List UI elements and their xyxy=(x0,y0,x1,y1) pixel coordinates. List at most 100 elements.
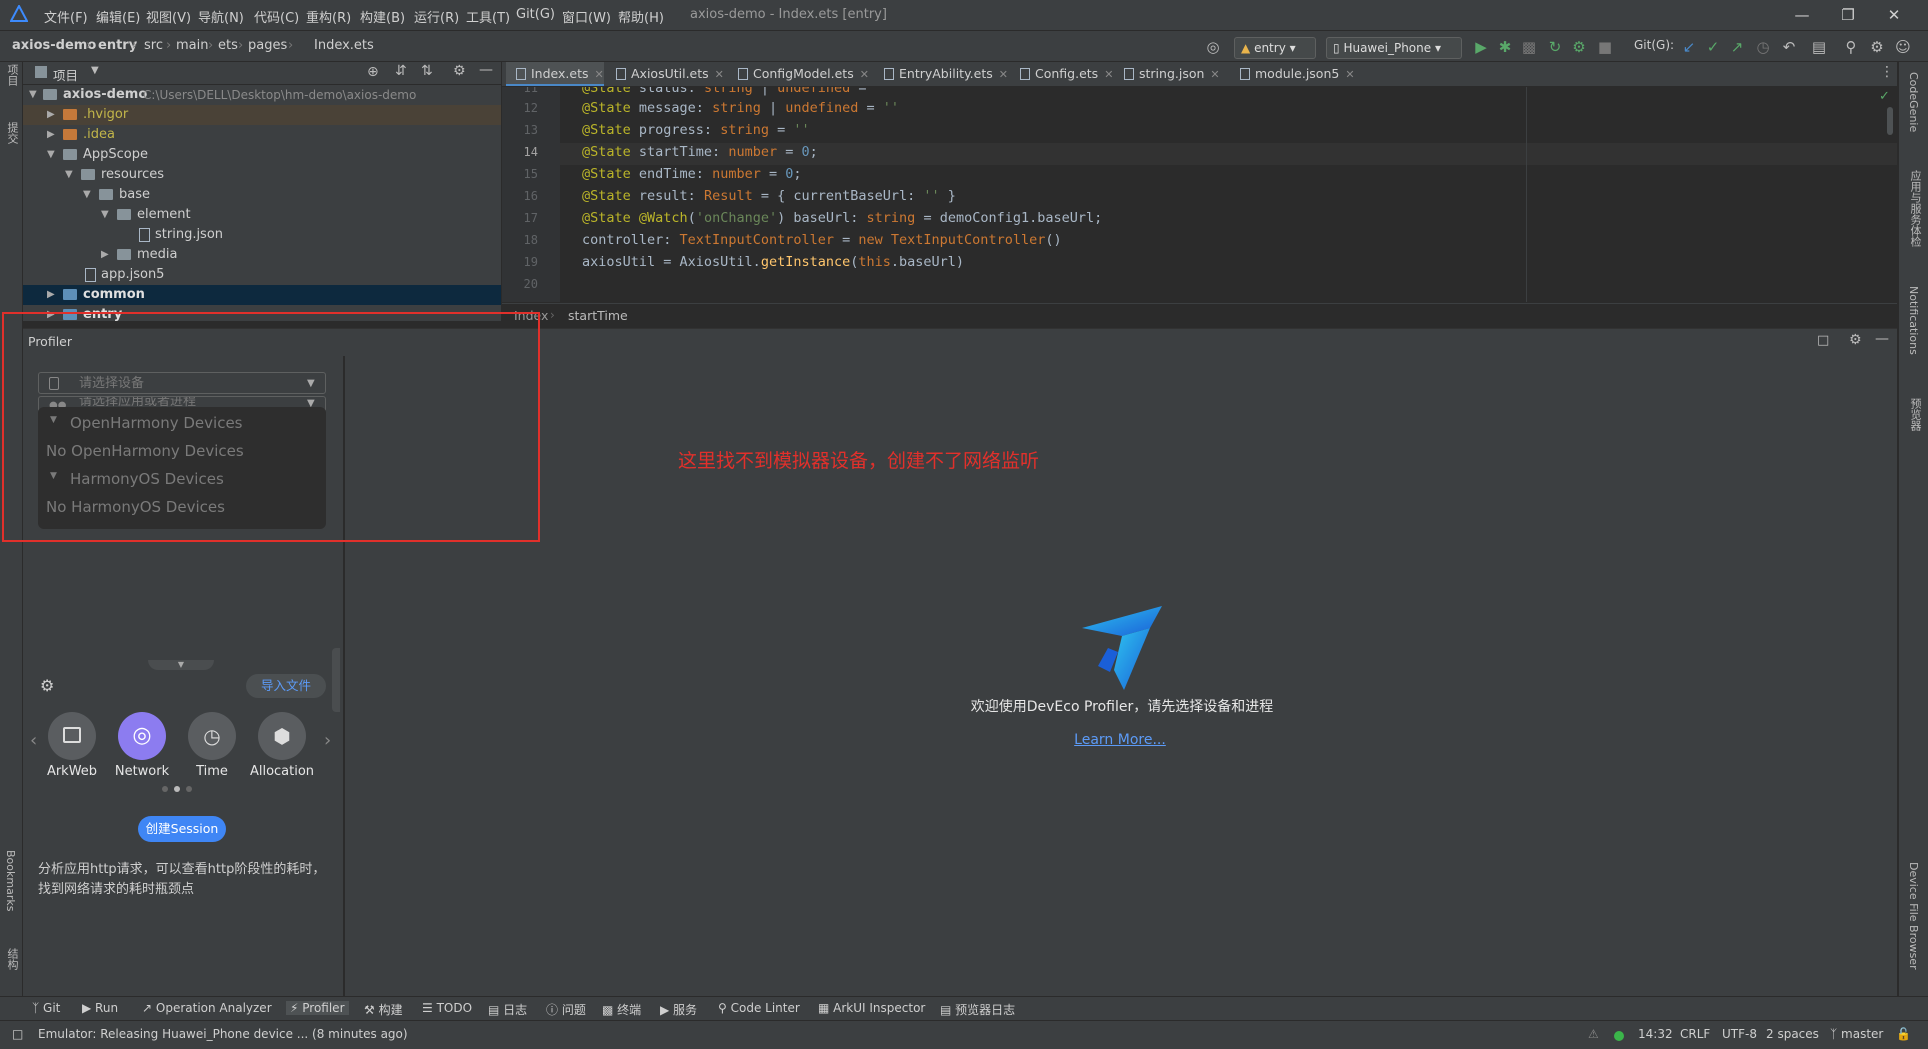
page-dot[interactable] xyxy=(186,786,192,792)
menu-code[interactable]: 代码(C) xyxy=(254,7,299,26)
attach-icon[interactable]: ▩ xyxy=(1520,38,1538,56)
chevron-down-icon[interactable]: ▼ xyxy=(91,65,99,76)
chevron-right-icon[interactable]: ▶ xyxy=(47,125,55,145)
close-tab-icon[interactable]: ✕ xyxy=(595,68,604,81)
tool-window-bookmarks[interactable]: Bookmarks xyxy=(4,850,17,911)
bottom-tool-previewer-log[interactable]: ▤ 预览器日志 xyxy=(940,1001,1015,1018)
bottom-tool-git[interactable]: ᛉ Git xyxy=(32,1001,60,1015)
allocation-tool-button[interactable]: ⬢ xyxy=(258,712,306,760)
close-icon[interactable]: ✕ xyxy=(1874,3,1914,27)
tool-window-commit[interactable]: 提交 xyxy=(4,122,20,144)
breadcrumb-member[interactable]: startTime xyxy=(568,308,628,323)
close-tab-icon[interactable]: ✕ xyxy=(999,68,1008,81)
line-separator[interactable]: CRLF xyxy=(1680,1027,1710,1041)
hide-icon[interactable]: — xyxy=(479,62,493,78)
breadcrumb-main[interactable]: main xyxy=(176,38,208,53)
menu-build[interactable]: 构建(B) xyxy=(360,7,405,26)
chevron-right-icon[interactable]: ▶ xyxy=(101,245,109,265)
chevron-down-icon[interactable]: ▼ xyxy=(83,185,91,205)
menu-window[interactable]: 窗口(W) xyxy=(562,7,611,26)
tree-item-string-json[interactable]: string.json xyxy=(23,225,501,245)
page-dot-active[interactable] xyxy=(174,786,180,792)
structure-icon[interactable]: ▤ xyxy=(1810,38,1828,56)
tab-axiosutil-ets[interactable]: AxiosUtil.ets ✕ xyxy=(612,62,724,86)
search-icon[interactable]: ⚲ xyxy=(1842,38,1860,56)
import-file-button[interactable]: 导入文件 xyxy=(246,674,326,698)
menu-help[interactable]: 帮助(H) xyxy=(618,7,664,26)
tool-window-codegenie[interactable]: CodeGenie xyxy=(1907,72,1920,132)
debug-icon[interactable]: ✱ xyxy=(1496,38,1514,56)
project-panel-title[interactable]: 项目 xyxy=(53,65,78,84)
breadcrumb-src[interactable]: src xyxy=(144,38,163,53)
network-tool-button[interactable]: ◎ xyxy=(118,712,166,760)
tree-item-common[interactable]: ▶ common xyxy=(23,285,501,305)
rerun-icon[interactable]: ↻ xyxy=(1546,38,1564,56)
bottom-tool-build[interactable]: ⚒ 构建 xyxy=(364,1001,403,1018)
profile-icon[interactable]: ⚙ xyxy=(1570,38,1588,56)
collapse-all-icon[interactable]: ⇅ xyxy=(421,63,433,79)
carousel-next-icon[interactable]: › xyxy=(324,730,331,751)
bottom-tool-operation-analyzer[interactable]: ↗ Operation Analyzer xyxy=(142,1001,272,1015)
stop-icon[interactable]: ■ xyxy=(1596,38,1614,56)
git-commit-icon[interactable]: ✓ xyxy=(1704,38,1722,56)
chevron-down-icon[interactable]: ▼ xyxy=(101,205,109,225)
tab-entryability-ets[interactable]: EntryAbility.ets ✕ xyxy=(880,62,1008,86)
bottom-tool-arkui-inspector[interactable]: ▦ ArkUI Inspector xyxy=(818,1001,925,1015)
bottom-tool-problems[interactable]: ⓘ 问题 xyxy=(546,1001,586,1018)
bottom-tool-code-linter[interactable]: ⚲ Code Linter xyxy=(718,1001,800,1015)
target-icon[interactable]: ◎ xyxy=(1204,38,1222,56)
tool-window-previewer[interactable]: 预览器 xyxy=(1907,398,1923,431)
lock-icon[interactable]: 🔓 xyxy=(1896,1027,1911,1041)
bottom-tool-run[interactable]: ▶ Run xyxy=(82,1001,118,1015)
close-tab-icon[interactable]: ✕ xyxy=(1345,68,1354,81)
tree-item-root[interactable]: ▼ axios-demo C:\Users\DELL\Desktop\hm-de… xyxy=(23,85,501,105)
menu-navigate[interactable]: 导航(N) xyxy=(198,7,244,26)
hide-panel-icon[interactable]: — xyxy=(1875,331,1889,347)
close-tab-icon[interactable]: ✕ xyxy=(1210,68,1219,81)
menu-view[interactable]: 视图(V) xyxy=(146,7,191,26)
tree-item-app-json5[interactable]: app.json5 xyxy=(23,265,501,285)
tab-config-ets[interactable]: Config.ets ✕ xyxy=(1016,62,1113,86)
chevron-right-icon[interactable]: ▶ xyxy=(47,285,55,305)
menu-file[interactable]: 文件(F) xyxy=(44,7,88,26)
gear-icon[interactable]: ⚙ xyxy=(453,63,466,79)
offline-icon[interactable]: ⚠ xyxy=(1588,1027,1599,1041)
chevron-down-icon[interactable]: ▼ xyxy=(47,145,55,165)
menu-git[interactable]: Git(G) xyxy=(516,7,555,22)
status-indicator-icon[interactable] xyxy=(1614,1031,1624,1041)
expand-all-icon[interactable]: ⇵ xyxy=(395,63,407,79)
tree-item-hvigor[interactable]: ▶ .hvigor xyxy=(23,105,501,125)
bottom-tool-todo[interactable]: ☰ TODO xyxy=(422,1001,472,1015)
menu-refactor[interactable]: 重构(R) xyxy=(306,7,351,26)
git-history-icon[interactable]: ◷ xyxy=(1754,38,1772,56)
file-encoding[interactable]: UTF-8 xyxy=(1722,1027,1757,1041)
tree-item-appscope[interactable]: ▼ AppScope xyxy=(23,145,501,165)
restore-icon[interactable]: ❐ xyxy=(1828,3,1868,27)
tool-window-notifications[interactable]: Notifications xyxy=(1907,286,1920,355)
locate-icon[interactable]: ⊕ xyxy=(367,64,379,80)
breadcrumb-project[interactable]: axios-demo xyxy=(12,38,96,53)
chevron-down-icon[interactable]: ▼ xyxy=(29,85,37,105)
tab-module-json5[interactable]: module.json5 ✕ xyxy=(1236,62,1355,86)
more-tabs-icon[interactable]: ⋮ xyxy=(1880,64,1894,80)
tab-configmodel-ets[interactable]: ConfigModel.ets ✕ xyxy=(734,62,869,86)
bottom-tool-services[interactable]: ▶ 服务 xyxy=(660,1001,697,1018)
menu-edit[interactable]: 编辑(E) xyxy=(96,7,140,26)
module-selector[interactable]: ▲ entry ▾ xyxy=(1234,37,1316,59)
bottom-tool-log[interactable]: ▤ 日志 xyxy=(488,1001,527,1018)
time-tool-button[interactable]: ◷ xyxy=(188,712,236,760)
tab-string-json[interactable]: string.json ✕ xyxy=(1120,62,1220,86)
inspection-ok-icon[interactable]: ✓ xyxy=(1879,89,1890,104)
page-dot[interactable] xyxy=(162,786,168,792)
gear-icon[interactable]: ⚙ xyxy=(1849,332,1862,348)
git-branch[interactable]: ᛉ master xyxy=(1830,1027,1883,1041)
tab-index-ets[interactable]: Index.ets ✕ xyxy=(506,62,604,86)
maximize-icon[interactable]: □ xyxy=(1817,333,1829,348)
tree-item-resources[interactable]: ▼ resources xyxy=(23,165,501,185)
caret-position[interactable]: 14:32 xyxy=(1638,1027,1673,1041)
minimize-icon[interactable]: — xyxy=(1782,3,1822,27)
sidebar-resize-handle[interactable] xyxy=(332,648,340,712)
close-tab-icon[interactable]: ✕ xyxy=(860,68,869,81)
git-rollback-icon[interactable]: ↶ xyxy=(1780,38,1798,56)
tool-window-app-check[interactable]: 应用与服务体检 xyxy=(1907,170,1923,247)
